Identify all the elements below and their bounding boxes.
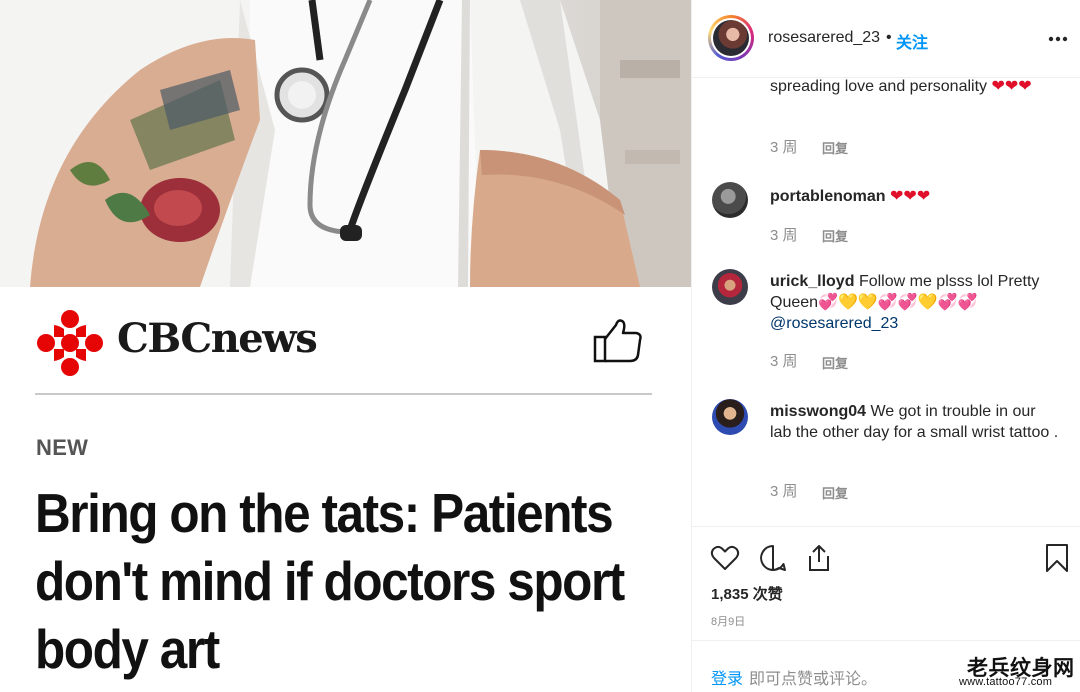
site-watermark: 老兵纹身网 www.tattoo77.com <box>955 652 1080 692</box>
comment-time: 3 周 <box>770 483 798 500</box>
login-hint: 即可点赞或评论。 <box>749 671 878 688</box>
thumbs-up-icon[interactable] <box>592 317 644 363</box>
author-username[interactable]: rosesarered_23 <box>768 29 880 47</box>
reply-button[interactable]: 回复 <box>822 226 848 245</box>
post-image[interactable]: CBCnews NEW Bring on the tats: Patients … <box>0 0 691 692</box>
commenter-avatar[interactable] <box>712 182 748 218</box>
post-date: 8月9日 <box>711 616 746 628</box>
post-side-panel: rosesarered_23 • 关注 spreading love and p… <box>691 0 1080 692</box>
reply-button[interactable]: 回复 <box>822 353 848 372</box>
commenter-username[interactable]: portablenoman <box>770 188 886 205</box>
commenter-avatar[interactable] <box>712 269 748 305</box>
brand-wordmark: CBCnews <box>117 315 318 362</box>
comment-text: spreading love and personality <box>770 78 988 95</box>
comment-emoji: ❤❤❤ <box>890 188 931 205</box>
post-actions: 1,835 次赞 8月9日 <box>692 526 1080 640</box>
comments-list: spreading love and personality ❤❤❤ 3 周 回… <box>692 78 1080 526</box>
comment-mention[interactable]: @rosesarered_23 <box>770 315 898 332</box>
author-avatar[interactable] <box>708 15 754 61</box>
cbc-gem-logo <box>37 310 103 376</box>
follow-button[interactable]: 关注 <box>896 29 928 53</box>
commenter-username[interactable]: urick_lloyd <box>770 273 854 290</box>
reply-button[interactable]: 回复 <box>822 483 848 502</box>
header-separator: • <box>886 29 892 46</box>
login-link[interactable]: 登录 <box>711 665 743 689</box>
comment-time: 3 周 <box>770 139 798 156</box>
post-header: rosesarered_23 • 关注 <box>692 0 1080 78</box>
divider <box>35 393 652 395</box>
comment-time: 3 周 <box>770 227 798 244</box>
commenter-avatar[interactable] <box>712 399 748 435</box>
comment-time: 3 周 <box>770 353 798 370</box>
comment-emoji: ❤❤❤ <box>991 78 1032 95</box>
news-article-card: CBCnews NEW Bring on the tats: Patients … <box>0 287 691 692</box>
article-kicker: NEW <box>36 435 89 460</box>
doctor-photo <box>0 0 691 287</box>
comment-emoji: 💞💛💛💞💞💛💞💞 <box>818 294 978 311</box>
more-icon[interactable] <box>1048 36 1068 42</box>
reply-button[interactable]: 回复 <box>822 138 848 157</box>
commenter-username[interactable]: misswong04 <box>770 403 866 420</box>
watermark-url: www.tattoo77.com <box>959 676 1053 688</box>
bookmark-icon[interactable] <box>1042 543 1072 573</box>
heart-icon[interactable] <box>710 543 740 573</box>
share-icon[interactable] <box>804 543 834 573</box>
comment-icon[interactable] <box>758 543 788 573</box>
article-headline: Bring on the tats: Patients don't mind i… <box>35 482 625 680</box>
likes-count[interactable]: 1,835 次赞 <box>711 583 783 604</box>
